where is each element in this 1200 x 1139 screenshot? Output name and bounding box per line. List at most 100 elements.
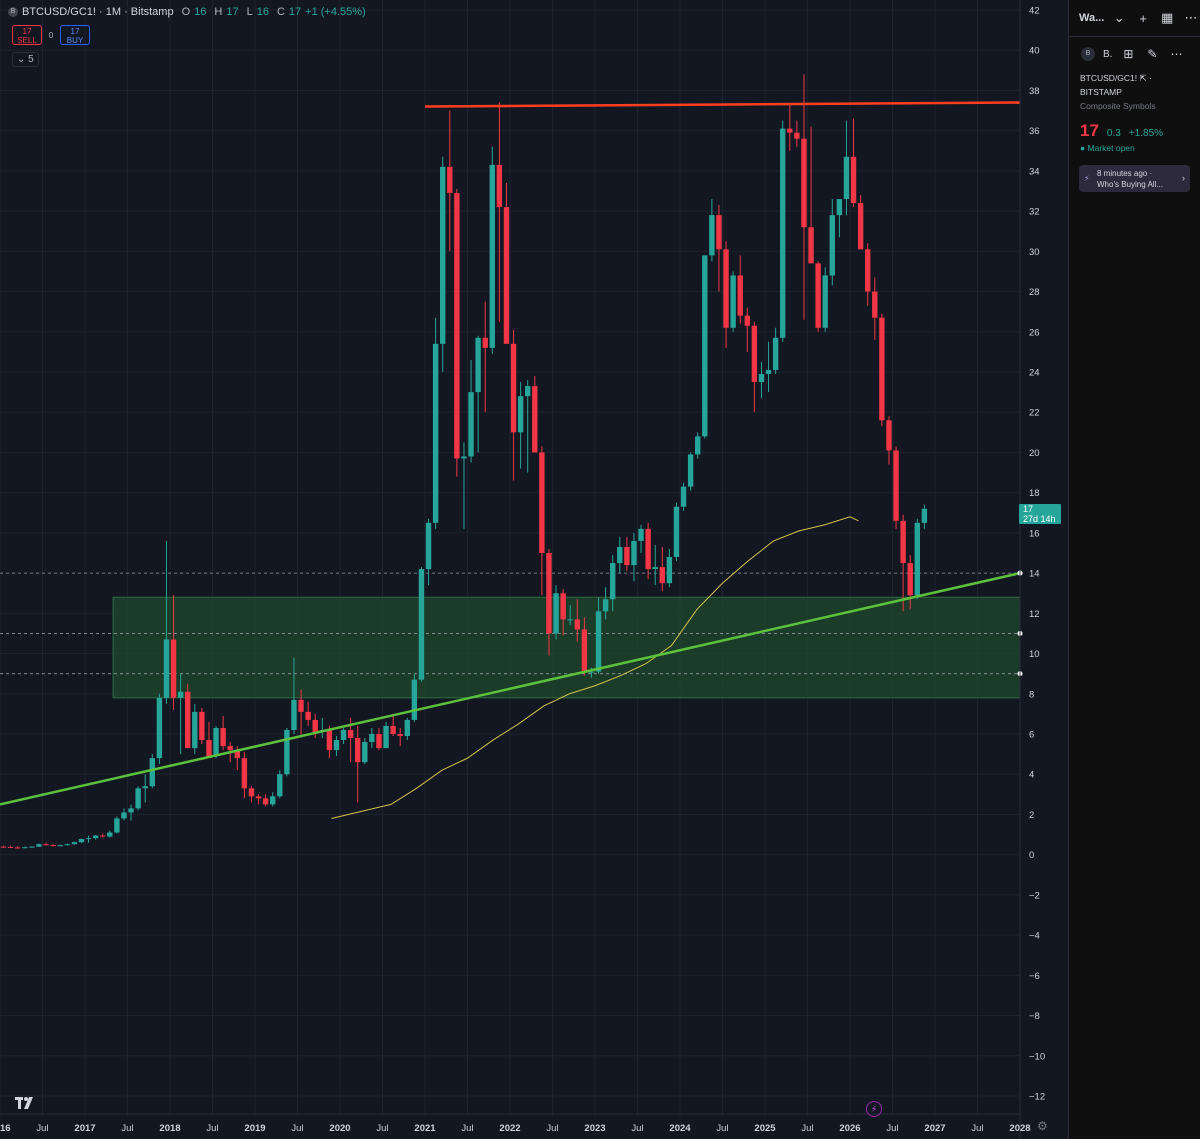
plus-icon[interactable]: + <box>1134 11 1152 26</box>
price-tick-label: 16 <box>1029 528 1040 539</box>
price-block: 17 0.3 +1.85% <box>1069 121 1200 141</box>
symbol-header: B B. ⊞ ✎ ⋯ <box>1069 37 1200 71</box>
candle-body <box>114 818 120 833</box>
buy-button[interactable]: 17 BUY <box>60 25 90 45</box>
close-label: C <box>276 6 285 18</box>
symbol-full-name[interactable]: BTCUSD/GC1! ⇱ · <box>1069 71 1200 85</box>
candle-body <box>709 215 715 256</box>
candle-body <box>645 528 651 570</box>
time-axis: 2016 Jul 2017 Jul 2018 Jul 2019 Jul 2020 Jul 2021 J… <box>0 1113 1031 1134</box>
candle-body <box>411 679 418 720</box>
candle-body <box>716 215 722 250</box>
candle-body <box>857 203 864 250</box>
status-dot-icon: ● <box>1080 143 1086 153</box>
candle-body <box>284 729 290 775</box>
price-tick-label: 34 <box>1029 166 1040 177</box>
price-change: 0.3 <box>1106 128 1121 139</box>
price-tick-label: 30 <box>1029 247 1040 258</box>
symbol-short[interactable]: B. <box>1103 49 1112 60</box>
price-tick-label: −12 <box>1029 1092 1045 1103</box>
external-link-icon[interactable]: ⇱ <box>1140 73 1147 83</box>
candle-body <box>829 215 835 276</box>
candle-body <box>50 845 56 847</box>
candle-body <box>404 719 410 737</box>
candle-body <box>574 619 580 630</box>
time-tick-label: 2017 <box>74 1123 95 1134</box>
buy-price: 17 <box>70 27 80 36</box>
candle-body <box>0 846 7 848</box>
lightning-icon[interactable]: ⚡ <box>866 1101 882 1117</box>
candle-body <box>617 546 623 564</box>
candle-body <box>489 164 495 348</box>
candle-body <box>7 847 14 849</box>
news-separator: · <box>1149 169 1153 178</box>
price-tick-label: 0 <box>1029 850 1034 861</box>
candle-body <box>482 337 488 348</box>
news-item[interactable]: ⚡ 8 minutes ago · Who's Buying All... › <box>1079 165 1190 192</box>
price-tick-label: −6 <box>1029 971 1040 982</box>
buy-label: BUY <box>66 36 84 45</box>
candle-body <box>822 275 828 328</box>
candle-body <box>744 315 750 326</box>
candle-body <box>241 758 248 789</box>
last-price: 17 <box>1023 504 1034 514</box>
price-tick-label: 14 <box>1029 569 1040 580</box>
chart-legend[interactable]: B BTCUSD/GC1! · 1M · Bitstamp O 16 H 17 L1… <box>8 6 366 18</box>
candle-body <box>333 740 340 751</box>
sell-label: SELL <box>17 36 37 45</box>
candle-body <box>15 847 21 849</box>
candle-body <box>602 599 609 612</box>
candle-body <box>369 734 375 743</box>
candle-body <box>496 164 503 208</box>
indicators-collapse-button[interactable]: ⌄ 5 <box>12 52 39 67</box>
more-icon[interactable]: ⋯ <box>1168 47 1184 61</box>
candle-body <box>751 325 758 383</box>
watchlist-panel: Wa... ⌄ + ▦ ⋯ B B. ⊞ ✎ ⋯ BTCUSD/GC1! ⇱ ·… <box>1068 0 1200 1139</box>
watchlist-title[interactable]: Wa... <box>1079 12 1104 24</box>
candle-body <box>787 128 793 133</box>
grid-icon[interactable]: ⊞ <box>1120 47 1136 61</box>
gear-icon[interactable]: ⚙ <box>1037 1119 1048 1133</box>
candle-body <box>199 711 205 741</box>
candle-body <box>780 128 786 338</box>
price-chart[interactable]: 424038363432302826242220181614121086420−… <box>0 0 1068 1139</box>
candle-body <box>121 812 127 819</box>
candle-body <box>581 629 588 672</box>
chevron-down-icon: ⌄ <box>17 54 26 65</box>
price-tick-label: 40 <box>1029 46 1040 57</box>
time-tick-label: Jul <box>291 1123 303 1134</box>
current-price: 17 <box>1080 121 1099 140</box>
candle-body <box>652 567 658 570</box>
support-zone <box>112 596 1021 699</box>
candle-body <box>702 255 708 437</box>
layout-icon[interactable]: ▦ <box>1158 10 1176 26</box>
candle-body <box>135 788 141 809</box>
open-label: O <box>181 6 191 18</box>
time-tick-label: Jul <box>971 1123 983 1134</box>
indicators-count: 5 <box>28 54 34 65</box>
edit-icon[interactable]: ✎ <box>1144 47 1160 61</box>
candle-body <box>347 729 354 739</box>
candle-body <box>326 729 333 751</box>
price-tick-label: 26 <box>1029 327 1040 338</box>
time-tick-label: 2024 <box>669 1123 691 1134</box>
candle-body <box>454 193 460 459</box>
candle-body <box>532 386 538 453</box>
time-tick-label: 2022 <box>499 1123 520 1134</box>
candle-body <box>737 275 743 316</box>
candle-body <box>843 156 850 200</box>
price-tick-label: 36 <box>1029 126 1040 137</box>
symbol-title[interactable]: BTCUSD/GC1! · 1M · Bitstamp <box>22 6 174 18</box>
price-tick-label: 18 <box>1029 488 1040 499</box>
chart-area[interactable]: 42 40 38 36 34 32 30 28 26 24 22 20 18 16 14 12 10 8 6 4 2 0−… <box>0 0 1068 1139</box>
candle-body <box>163 639 170 698</box>
candle-body <box>397 734 403 737</box>
more-icon[interactable]: ⋯ <box>1182 10 1200 26</box>
exchange-name: BITSTAMP <box>1080 87 1122 97</box>
chevron-down-icon[interactable]: ⌄ <box>1110 10 1128 26</box>
candle-body <box>78 838 85 843</box>
candle-body <box>71 842 78 845</box>
sell-button[interactable]: 17 SELL <box>12 25 42 45</box>
change-value: +1 (+4.55%) <box>305 6 366 18</box>
tradingview-logo-icon[interactable] <box>15 1097 37 1112</box>
